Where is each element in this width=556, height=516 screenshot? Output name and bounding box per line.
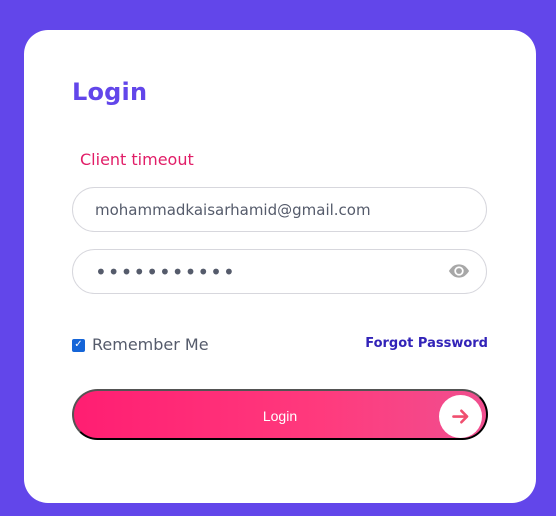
login-button-label: Login (262, 408, 298, 424)
forgot-password-link[interactable]: Forgot Password (365, 335, 488, 353)
remember-me-label: Remember Me (92, 335, 209, 354)
email-value[interactable]: mohammadkaisarhamid@gmail.com (95, 200, 371, 220)
page-title: Login (72, 78, 148, 106)
login-card: Login Client timeout mohammadkaisarhamid… (24, 30, 536, 503)
login-button[interactable]: Login (72, 389, 488, 440)
eye-icon[interactable] (448, 263, 470, 279)
arrow-button-circle (439, 395, 482, 438)
remember-me-checkbox[interactable]: ✓ (72, 338, 85, 352)
arrow-right-icon (452, 409, 469, 424)
error-message: Client timeout (80, 150, 194, 169)
email-field[interactable]: mohammadkaisarhamid@gmail.com (72, 187, 487, 232)
remember-me[interactable]: ✓ Remember Me (72, 335, 209, 355)
login-page: Login Client timeout mohammadkaisarhamid… (0, 0, 556, 516)
password-value[interactable]: ••••••••••• (95, 260, 236, 284)
password-field[interactable]: ••••••••••• (72, 249, 487, 294)
